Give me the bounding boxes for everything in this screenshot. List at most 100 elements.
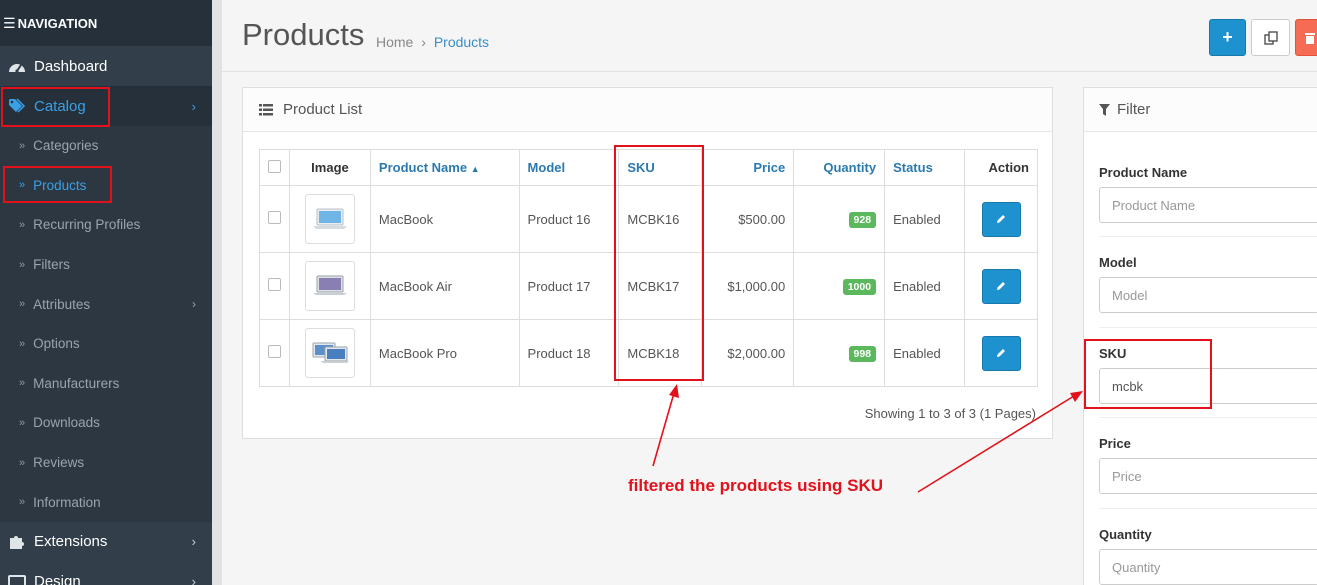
row-checkbox[interactable] [268,345,281,358]
edit-button[interactable] [981,335,1021,371]
sidebar-item-dashboard[interactable]: Dashboard [0,46,212,86]
model-input[interactable] [1099,277,1317,313]
edit-button[interactable] [981,201,1021,237]
sidebar-item-recurring-profiles[interactable]: » Recurring Profiles [0,205,212,245]
nav-header: ☰ NAVIGATION [0,0,212,46]
column-product-name[interactable]: Product Name ▲ [369,149,520,186]
breadcrumb-home[interactable]: Home [376,34,413,50]
sidebar-item-extensions[interactable]: Extensions › [0,522,212,562]
sidebar-item-design[interactable]: Design › [0,562,212,585]
filter-panel: Filter Product Name Model SKU Price Quan… [1083,87,1317,585]
divider [1099,508,1317,509]
row-select-cell [259,185,290,253]
breadcrumb-products[interactable]: Products [434,34,489,50]
image-cell [289,319,371,387]
sidebar-scrollbar[interactable] [212,0,222,585]
highlight-box-products [3,166,112,203]
sidebar-label-extensions: Extensions [34,533,108,551]
double-chevron-icon: » [19,456,26,469]
product-name-cell: MacBook [369,185,520,253]
list-icon [259,103,273,116]
divider [1099,327,1317,328]
copy-button[interactable] [1251,19,1290,56]
sidebar-item-label: Information [33,494,101,510]
product-name-cell: MacBook Air [369,252,520,320]
column-model[interactable]: Model [518,149,620,186]
row-select-cell [259,319,290,387]
quantity-label: Quantity [1099,527,1152,542]
sidebar-item-label: Filters [33,257,70,273]
price-label: Price [1099,436,1131,451]
quantity-cell: 928 [793,185,886,253]
chevron-right-icon: › [192,297,196,312]
quantity-badge: 1000 [842,278,877,295]
add-new-button[interactable]: + [1209,19,1246,56]
page-title: Products [242,17,365,52]
breadcrumb-separator: › [421,34,426,50]
model-cell: Product 17 [518,252,620,320]
sidebar-item-downloads[interactable]: » Downloads [0,403,212,443]
sidebar-item-categories[interactable]: » Categories [0,126,212,166]
filter-title: Filter [1117,101,1151,118]
product-thumbnail [304,261,355,311]
pencil-icon [997,215,1005,223]
sidebar-item-label: Manufacturers [33,375,120,391]
sidebar-item-information[interactable]: » Information [0,482,212,522]
delete-button[interactable] [1295,19,1317,56]
column-quantity[interactable]: Quantity [793,149,886,186]
double-chevron-icon: » [19,496,26,509]
row-checkbox[interactable] [268,278,281,291]
chevron-right-icon: › [191,574,196,585]
product-name-input[interactable] [1099,187,1317,223]
sidebar-label-design: Design [34,573,81,585]
monitor-icon [7,574,27,585]
highlight-box-sku-column [614,145,704,381]
quantity-cell: 1000 [793,252,886,320]
sidebar-item-filters[interactable]: » Filters [0,245,212,285]
menu-bars-icon: ☰ [3,14,16,31]
sidebar-item-manufacturers[interactable]: » Manufacturers [0,364,212,404]
status-cell: Enabled [884,185,965,253]
model-cell: Product 18 [518,319,620,387]
edit-button[interactable] [981,268,1021,304]
quantity-badge: 998 [848,345,877,362]
sidebar-item-attributes[interactable]: » Attributes › [0,284,212,324]
filter-group-model: Model [1099,255,1317,313]
macbook-air-image [312,275,347,295]
status-cell: Enabled [884,319,965,387]
row-checkbox[interactable] [268,211,281,224]
filter-group-price: Price [1099,436,1317,494]
filter-header: Filter [1084,88,1317,132]
copy-icon [1263,30,1278,45]
sidebar-item-reviews[interactable]: » Reviews [0,443,212,483]
action-cell [964,319,1038,387]
breadcrumb: Home › Products [376,34,489,50]
column-status[interactable]: Status [884,149,965,186]
highlight-box-catalog [1,87,110,127]
select-all-checkbox[interactable] [268,159,281,173]
pencil-icon [997,349,1005,357]
macbook-pro-image [312,342,349,363]
divider [1099,417,1317,418]
column-price[interactable]: Price [701,149,795,186]
price-cell: $500.00 [701,185,795,253]
quantity-input[interactable] [1099,549,1317,585]
model-label: Model [1099,255,1137,270]
chevron-right-icon: › [191,534,196,550]
double-chevron-icon: » [19,258,26,271]
double-chevron-icon: » [19,298,26,311]
double-chevron-icon: » [19,377,26,390]
sort-asc-icon: ▲ [470,164,480,174]
price-input[interactable] [1099,458,1317,494]
column-product-name-label: Product Name [378,160,468,175]
plus-icon: + [1222,27,1233,47]
filter-group-quantity: Quantity [1099,527,1317,585]
product-name-label: Product Name [1099,165,1188,180]
image-cell [289,185,371,253]
sidebar-item-options[interactable]: » Options [0,324,212,364]
sidebar-item-label: Options [33,336,80,352]
price-cell: $2,000.00 [701,319,795,387]
quantity-badge: 928 [848,211,877,228]
sidebar-item-label: Downloads [33,415,100,431]
divider [1099,236,1317,237]
